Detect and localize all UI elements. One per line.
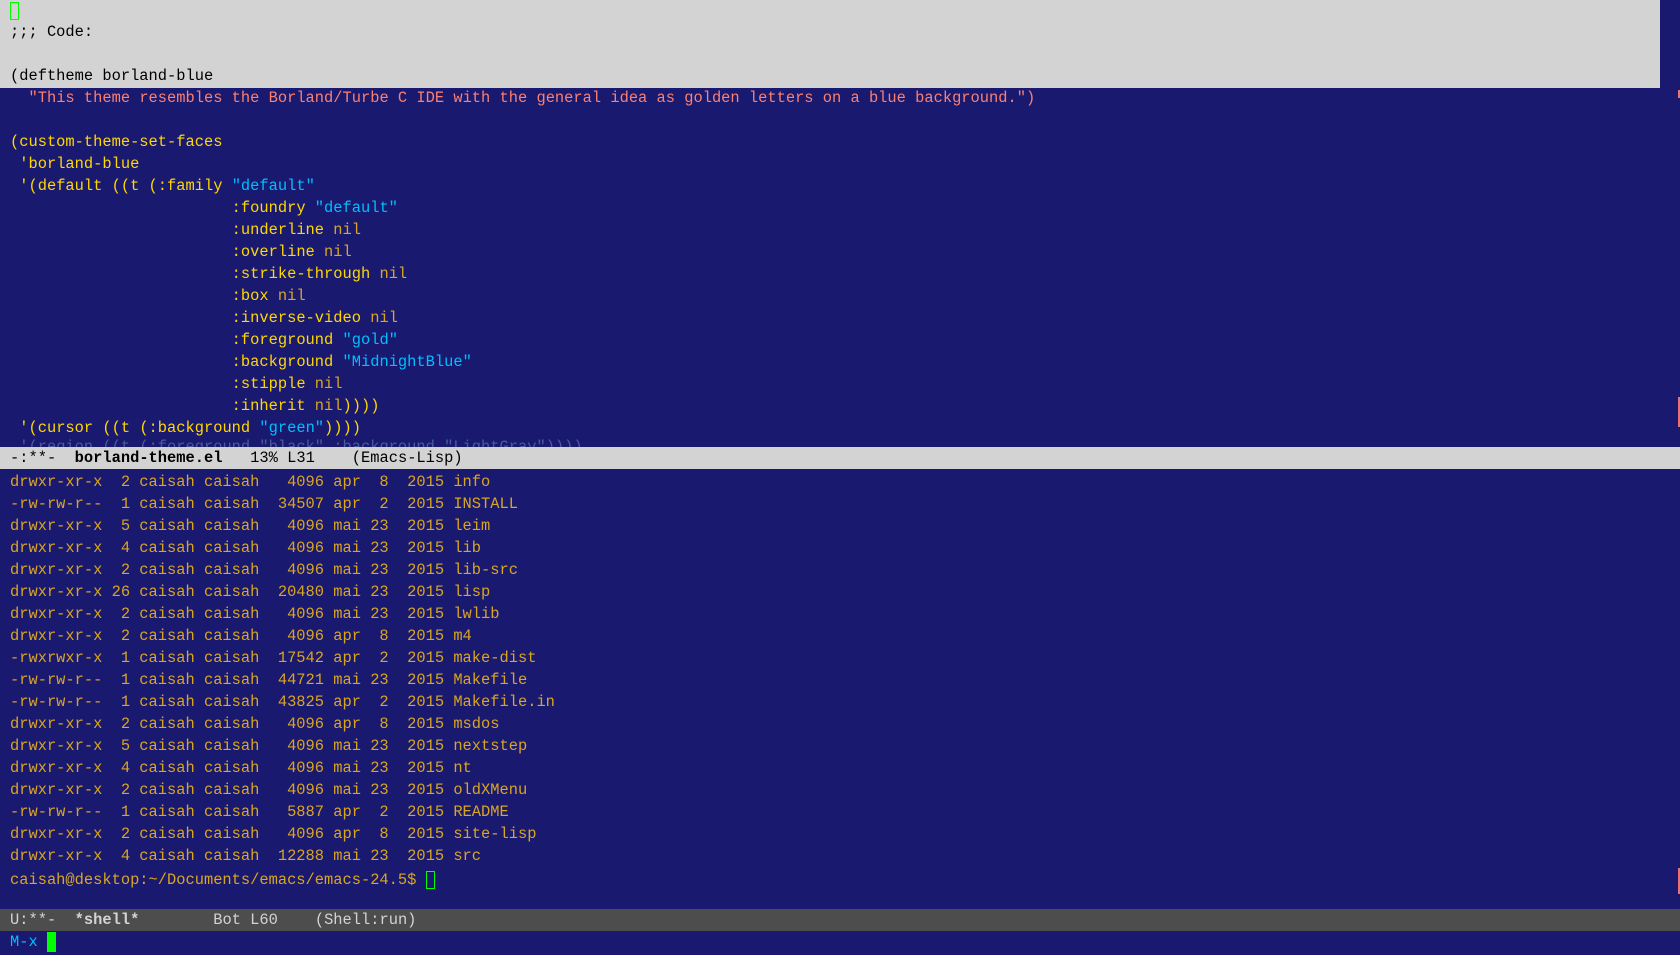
mode-line-shell[interactable]: U:**- *shell* Bot L60 (Shell:run) <box>0 909 1680 931</box>
code-line: :foundry "default" <box>231 199 398 217</box>
mode-line-position: 13% L31 <box>250 449 315 467</box>
listing-row: drwxr-xr-x 5 caisah caisah 4096 mai 23 2… <box>10 517 491 535</box>
mode-line-buffer-name[interactable]: *shell* <box>75 911 140 929</box>
code-line: :overline nil <box>231 243 352 261</box>
listing-row: -rw-rw-r-- 1 caisah caisah 43825 apr 2 2… <box>10 693 555 711</box>
code-line-partial: '(region ((t (:foreground "black" :backg… <box>19 438 583 447</box>
listing-row: drwxr-xr-x 2 caisah caisah 4096 mai 23 2… <box>10 605 500 623</box>
mode-line-position: Bot L60 <box>213 911 278 929</box>
minibuffer[interactable]: M-x <box>10 931 56 953</box>
emacs-frame: ;;; Code: (deftheme borland-blue "This t… <box>0 0 1680 955</box>
listing-row: drwxr-xr-x 5 caisah caisah 4096 mai 23 2… <box>10 737 528 755</box>
listing-row: -rw-rw-r-- 1 caisah caisah 44721 mai 23 … <box>10 671 528 689</box>
listing-row: -rw-rw-r-- 1 caisah caisah 5887 apr 2 20… <box>10 803 509 821</box>
listing-row: drwxr-xr-x 2 caisah caisah 4096 mai 23 2… <box>10 781 528 799</box>
listing-row: drwxr-xr-x 4 caisah caisah 12288 mai 23 … <box>10 847 482 865</box>
listing-row: drwxr-xr-x 26 caisah caisah 20480 mai 23… <box>10 583 491 601</box>
code-line: :background "MidnightBlue" <box>231 353 472 371</box>
mode-line-buffer-name[interactable]: borland-theme.el <box>75 449 223 467</box>
code-line: ;;; Code: <box>10 23 94 41</box>
code-line: "This theme resembles the Borland/Turbe … <box>28 89 1036 107</box>
code-line: :strike-through nil <box>231 265 408 283</box>
listing-row: drwxr-xr-x 4 caisah caisah 4096 mai 23 2… <box>10 539 482 557</box>
listing-row: drwxr-xr-x 2 caisah caisah 4096 apr 8 20… <box>10 627 472 645</box>
shell-prompt: caisah@desktop:~/Documents/emacs/emacs-2… <box>10 871 426 889</box>
shell-cursor <box>425 870 435 889</box>
listing-row: -rwxrwxr-x 1 caisah caisah 17542 apr 2 2… <box>10 649 537 667</box>
mode-line-status: -:**- <box>10 449 57 467</box>
listing-row: drwxr-xr-x 2 caisah caisah 4096 apr 8 20… <box>10 715 500 733</box>
mode-line-major-mode[interactable]: (Emacs-Lisp) <box>352 449 463 467</box>
code-line: (custom-theme-set-faces <box>10 133 223 151</box>
listing-row: drwxr-xr-x 2 caisah caisah 4096 apr 8 20… <box>10 825 537 843</box>
code-line: :foreground "gold" <box>231 331 398 349</box>
code-line: :stipple nil <box>231 375 343 393</box>
listing-row: drwxr-xr-x 4 caisah caisah 4096 mai 23 2… <box>10 759 472 777</box>
code-line: 'borland-blue <box>19 155 140 173</box>
minibuffer-cursor <box>46 931 56 952</box>
selected-region <box>0 0 1660 88</box>
code-line: :inverse-video nil <box>231 309 398 327</box>
mode-line-major-mode[interactable]: (Shell:run) <box>315 911 417 929</box>
mode-line-status: U:**- <box>10 911 57 929</box>
listing-row: drwxr-xr-x 2 caisah caisah 4096 mai 23 2… <box>10 561 518 579</box>
listing-row: drwxr-xr-x 2 caisah caisah 4096 apr 8 20… <box>10 473 491 491</box>
mode-line-code[interactable]: -:**- borland-theme.el 13% L31 (Emacs-Li… <box>0 447 1680 469</box>
code-line: :box nil <box>231 287 306 305</box>
shell-prompt-line[interactable]: caisah@desktop:~/Documents/emacs/emacs-2… <box>10 869 435 891</box>
code-line: '(default ((t (:family "default" <box>19 177 315 195</box>
region-mark-cursor <box>10 2 19 20</box>
code-line: :inherit nil)))) <box>231 397 380 415</box>
code-line: (deftheme borland-blue <box>10 67 214 85</box>
listing-row: -rw-rw-r-- 1 caisah caisah 34507 apr 2 2… <box>10 495 518 513</box>
code-line: :underline nil <box>231 221 361 239</box>
minibuffer-prompt: M-x <box>10 933 47 951</box>
